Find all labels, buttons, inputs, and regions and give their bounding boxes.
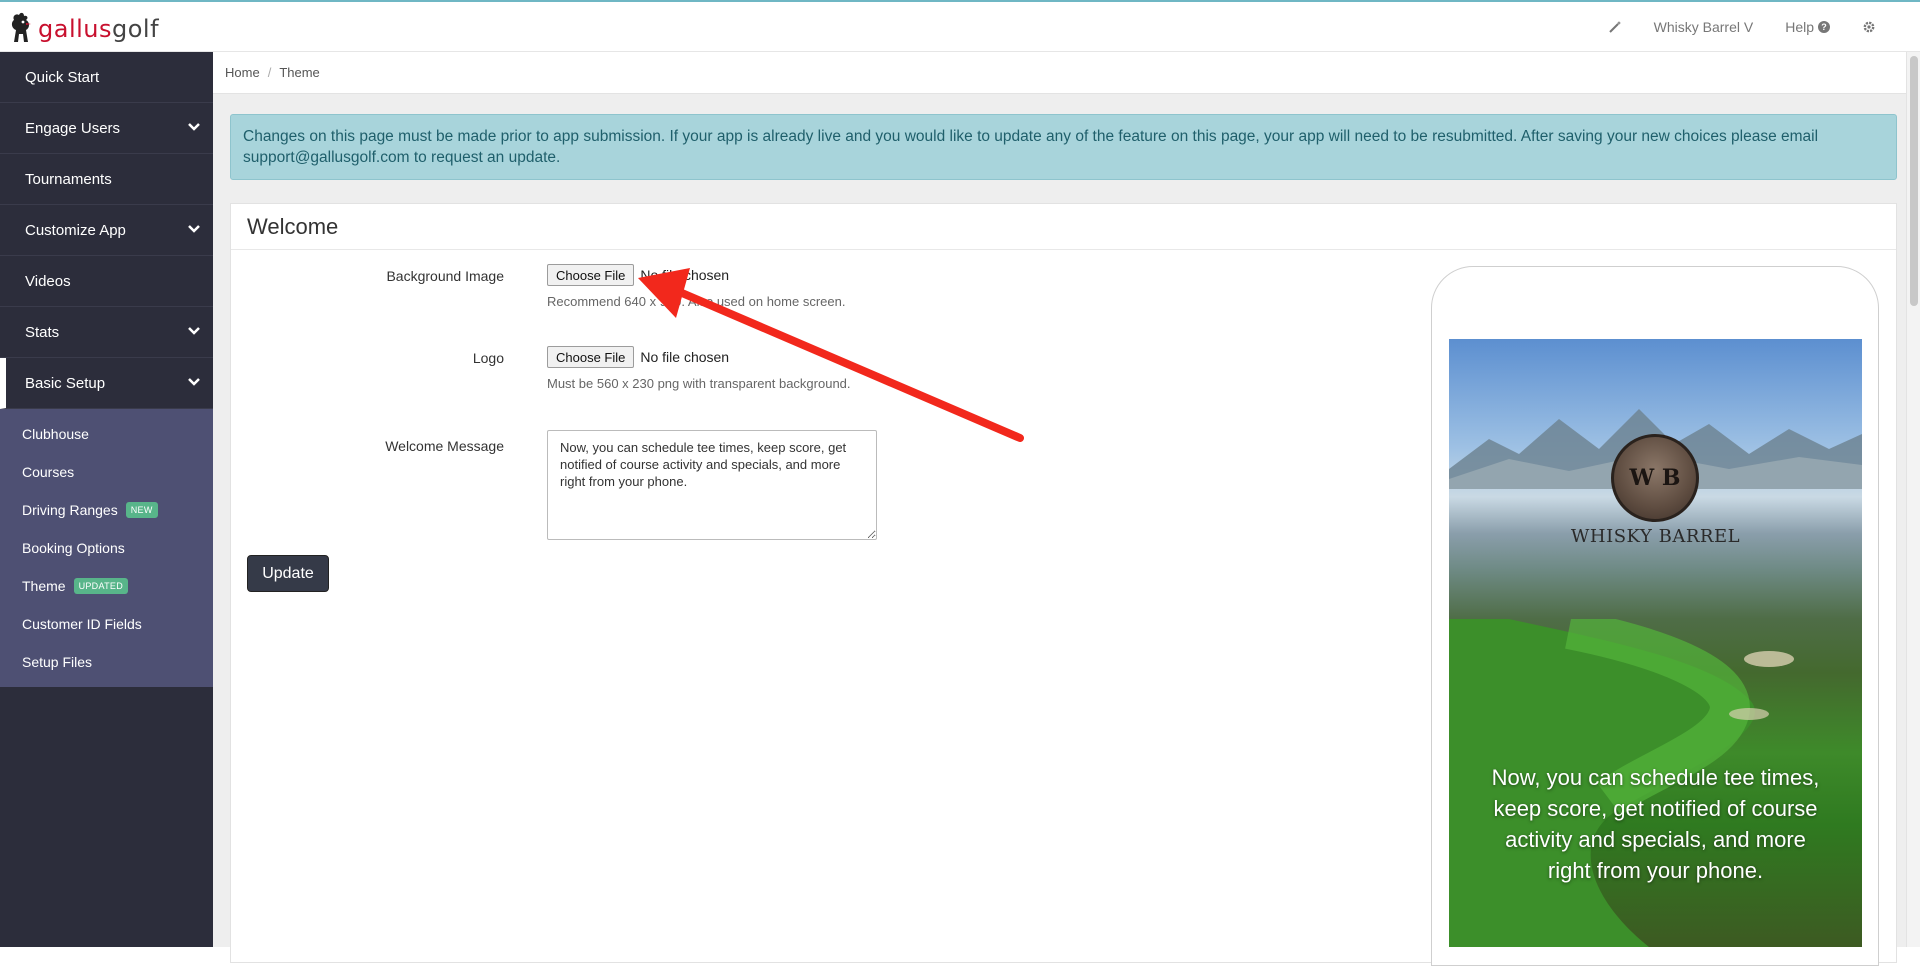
info-alert: Changes on this page must be made prior … xyxy=(230,114,1897,180)
brand-logo[interactable]: gallusgolf xyxy=(8,10,159,48)
question-circle-icon: ? xyxy=(1818,21,1830,33)
background-image-help: Recommend 640 x 960. Also used on home s… xyxy=(547,294,846,309)
sidebar: Quick Start Engage Users Tournaments Cus… xyxy=(0,52,213,947)
background-image-label: Background Image xyxy=(386,268,504,284)
subnav-item-theme[interactable]: Theme UPDATED xyxy=(0,567,213,605)
updated-badge: UPDATED xyxy=(73,578,129,594)
chevron-down-icon xyxy=(188,225,200,233)
preview-welcome-message: Now, you can schedule tee times, keep sc… xyxy=(1491,765,1820,883)
subnav-item-booking-options[interactable]: Booking Options xyxy=(0,529,213,567)
sidebar-item-quick-start[interactable]: Quick Start xyxy=(0,52,213,103)
breadcrumb-home[interactable]: Home xyxy=(225,65,260,80)
sidebar-item-label: Customize App xyxy=(25,221,126,239)
logo-label: Logo xyxy=(472,350,504,366)
welcome-message-label: Welcome Message xyxy=(385,438,504,454)
sidebar-item-tournaments[interactable]: Tournaments xyxy=(0,154,213,205)
breadcrumb-current: Theme xyxy=(279,65,320,80)
subnav-item-driving-ranges[interactable]: Driving Ranges NEW xyxy=(0,491,213,529)
logo-choose-file-button[interactable]: Choose File xyxy=(547,346,635,368)
sidebar-item-label: Engage Users xyxy=(25,119,121,137)
top-nav: Whisky Barrel V Help? xyxy=(1592,2,1892,52)
subnav-item-courses[interactable]: Courses xyxy=(0,453,213,491)
wand-button[interactable] xyxy=(1592,2,1638,52)
club-logo-name: WHISKY BARREL xyxy=(1570,526,1741,547)
gear-icon xyxy=(1863,21,1875,33)
top-bar: gallusgolf Whisky Barrel V Help? xyxy=(0,0,1920,52)
page-scrollbar[interactable] xyxy=(1906,52,1920,947)
logo-file-status: No file chosen xyxy=(640,349,730,365)
new-badge: NEW xyxy=(125,502,158,518)
sidebar-item-label: Stats xyxy=(25,323,60,341)
account-name: Whisky Barrel V xyxy=(1653,19,1754,35)
brand-name: gallusgolf xyxy=(38,15,160,43)
sidebar-item-label: Tournaments xyxy=(25,170,112,188)
logo-row: Logo Choose File No file chosen Must be … xyxy=(231,346,851,391)
subnav-label: Courses xyxy=(22,464,75,480)
phone-preview-screen: W B WHISKY BARREL Now, you can schedule … xyxy=(1449,339,1862,947)
subnav-item-clubhouse[interactable]: Clubhouse xyxy=(0,415,213,453)
scrollbar-thumb[interactable] xyxy=(1910,56,1918,306)
settings-button[interactable] xyxy=(1846,2,1892,52)
subnav-item-setup-files[interactable]: Setup Files xyxy=(0,643,213,681)
update-button[interactable]: Update xyxy=(247,555,329,592)
account-menu[interactable]: Whisky Barrel V xyxy=(1638,2,1770,52)
subnav-label: Setup Files xyxy=(22,654,93,670)
subnav-label: Clubhouse xyxy=(22,426,89,442)
welcome-message-textarea[interactable]: Now, you can schedule tee times, keep sc… xyxy=(547,430,877,540)
subnav-item-customer-id-fields[interactable]: Customer ID Fields xyxy=(0,605,213,643)
help-label: Help xyxy=(1785,19,1814,35)
sidebar-item-label: Quick Start xyxy=(25,68,100,86)
sidebar-item-stats[interactable]: Stats xyxy=(0,307,213,358)
sidebar-item-engage-users[interactable]: Engage Users xyxy=(0,103,213,154)
club-logo-seal: W B xyxy=(1611,434,1699,522)
welcome-message-row: Welcome Message Now, you can schedule te… xyxy=(231,430,877,545)
sidebar-item-videos[interactable]: Videos xyxy=(0,256,213,307)
chevron-down-icon xyxy=(188,123,200,131)
background-image-file-status: No file chosen xyxy=(640,267,730,283)
background-image-row: Background Image Choose File No file cho… xyxy=(231,264,845,309)
subnav-label: Driving Ranges xyxy=(22,502,118,518)
subnav-label: Theme xyxy=(22,578,66,594)
subnav-label: Booking Options xyxy=(22,540,125,556)
sidebar-item-basic-setup[interactable]: Basic Setup xyxy=(0,358,213,409)
chevron-down-icon xyxy=(188,327,200,335)
sidebar-item-label: Basic Setup xyxy=(25,374,106,392)
background-image-choose-file-button[interactable]: Choose File xyxy=(547,264,635,286)
breadcrumb: Home / Theme xyxy=(213,52,1920,94)
subnav-label: Customer ID Fields xyxy=(22,616,142,632)
logo-help: Must be 560 x 230 png with transparent b… xyxy=(547,376,851,391)
magic-wand-icon xyxy=(1608,21,1621,33)
breadcrumb-separator: / xyxy=(267,65,272,80)
chevron-down-icon xyxy=(188,378,200,386)
basic-setup-submenu: Clubhouse Courses Driving Ranges NEW Book… xyxy=(0,409,213,687)
help-menu[interactable]: Help? xyxy=(1769,2,1846,52)
panel-title: Welcome xyxy=(231,204,1896,250)
rooster-logo-icon xyxy=(11,12,31,42)
sidebar-item-customize-app[interactable]: Customize App xyxy=(0,205,213,256)
sidebar-item-label: Videos xyxy=(25,272,71,290)
